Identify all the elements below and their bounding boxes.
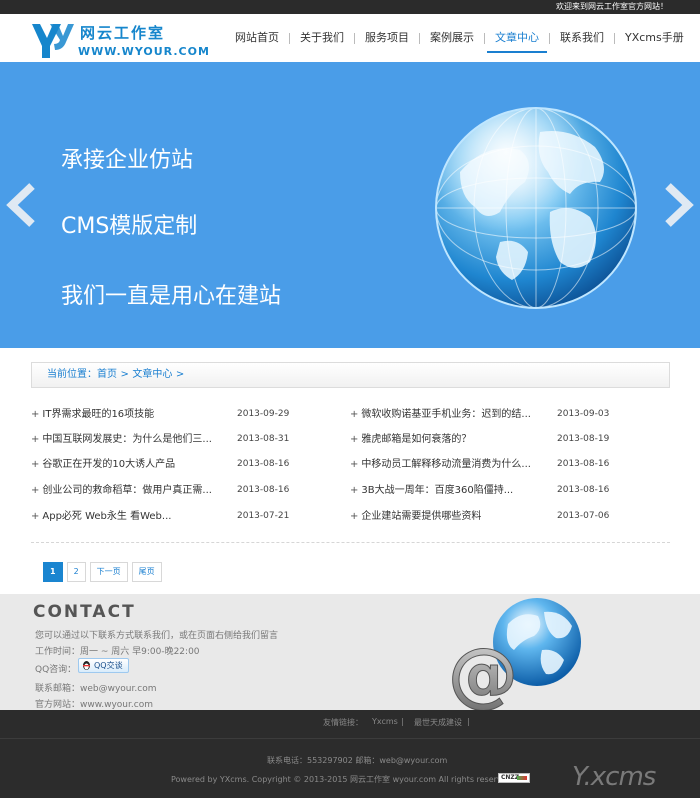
bullet-plus: + xyxy=(350,459,359,470)
breadcrumb-separator: > xyxy=(120,369,129,380)
list-item[interactable]: + 创业公司的救命稻草：做用户真正需... 2013-08-16 xyxy=(31,478,331,503)
article-title[interactable]: IT界需求最旺的16项技能 xyxy=(42,402,154,427)
nav-item-contact[interactable]: 联系我们 xyxy=(550,26,614,50)
article-date: 2013-08-16 xyxy=(237,459,290,469)
nav-item-services[interactable]: 服务项目 xyxy=(355,26,419,50)
friend-link[interactable]: 最世天成建设 xyxy=(414,717,462,728)
list-item[interactable]: + 中移动员工解释移动流量消费为什么... 2013-08-16 xyxy=(350,452,670,477)
article-date: 2013-08-16 xyxy=(557,459,610,469)
at-sign-globe-icon: @ xyxy=(448,598,581,710)
nav-item-manual[interactable]: YXcms手册 xyxy=(615,26,694,50)
friend-links-label: 友情链接： xyxy=(323,718,363,727)
qq-chat-button[interactable]: QQ交谈 xyxy=(78,658,129,673)
nav-item-about[interactable]: 关于我们 xyxy=(290,26,354,50)
bullet-plus: + xyxy=(350,409,359,420)
contact-intro: 您可以通过以下联系方式联系我们，或在页面右侧给我们留言 xyxy=(35,631,279,641)
chevron-left-icon[interactable] xyxy=(2,180,42,230)
bullet-plus: + xyxy=(31,459,40,470)
article-date: 2013-08-19 xyxy=(557,434,610,444)
contact-website: 官方网站：www.wyour.com xyxy=(35,700,153,710)
chevron-right-icon[interactable] xyxy=(658,180,698,230)
globe-icon xyxy=(435,107,637,309)
welcome-text: 欢迎来到网云工作室官方网站！ xyxy=(556,2,668,11)
page-2-button[interactable]: 2 xyxy=(66,562,86,582)
qq-penguin-icon xyxy=(83,661,90,670)
pagination: 1 2 下一页 尾页 xyxy=(43,562,162,582)
footer-contact-line: 联系电话：553297902 邮箱：web@wyour.com xyxy=(267,756,448,765)
top-bar: 欢迎来到网云工作室官方网站！ xyxy=(0,0,700,14)
last-page-button[interactable]: 尾页 xyxy=(131,562,162,582)
next-page-button[interactable]: 下一页 xyxy=(89,562,128,582)
header: 网云工作室 WWW.WYOUR.COM 网站首页 关于我们 服务项目 案例展示 … xyxy=(0,14,700,62)
article-title[interactable]: 中国互联网发展史：为什么是他们三... xyxy=(42,427,212,452)
article-date: 2013-08-16 xyxy=(557,485,610,495)
svg-text:@: @ xyxy=(448,633,518,710)
bullet-plus: + xyxy=(31,434,40,445)
contact-heading: CONTACT xyxy=(33,602,136,622)
list-item[interactable]: +3B大战一周年：百度360陷僵持... 2013-08-16 xyxy=(350,478,670,503)
bullet-plus: + xyxy=(350,485,359,496)
article-date: 2013-08-31 xyxy=(237,434,290,444)
list-item[interactable]: + 中国互联网发展史：为什么是他们三... 2013-08-31 xyxy=(31,427,331,452)
nav-item-cases[interactable]: 案例展示 xyxy=(420,26,484,50)
article-date: 2013-09-29 xyxy=(237,409,290,419)
article-date: 2013-08-16 xyxy=(237,485,290,495)
logo-mark-icon xyxy=(32,24,74,58)
list-item[interactable]: + 雅虎邮箱是如何衰落的？ 2013-08-19 xyxy=(350,427,670,452)
link-separator: | xyxy=(467,717,470,726)
stats-badge[interactable]: CNZZ xyxy=(498,773,530,783)
article-date: 2013-07-21 xyxy=(237,511,290,521)
list-item[interactable]: + 企业建站需要提供哪些资料 2013-07-06 xyxy=(350,504,670,529)
article-title[interactable]: 企业建站需要提供哪些资料 xyxy=(361,504,481,529)
article-date: 2013-07-06 xyxy=(557,511,610,521)
banner-line-2: CMS模版定制 xyxy=(61,214,198,239)
list-divider xyxy=(31,542,670,543)
footer-copyright: Powered by YXcms. Copyright © 2013-2015 … xyxy=(171,775,515,784)
breadcrumb-home-link[interactable]: 首页 xyxy=(97,369,117,380)
logo-domain: WWW.WYOUR.COM xyxy=(78,45,210,58)
article-title[interactable]: 雅虎邮箱是如何衰落的？ xyxy=(361,427,471,452)
banner-line-1: 承接企业仿站 xyxy=(61,148,194,173)
qq-chat-label: QQ交谈 xyxy=(94,661,123,670)
contact-section: CONTACT 您可以通过以下联系方式联系我们，或在页面右侧给我们留言 工作时间… xyxy=(0,594,700,710)
article-title[interactable]: 微软收购诺基亚手机业务：迟到的结... xyxy=(361,402,531,427)
article-title[interactable]: 3B大战一周年：百度360陷僵持... xyxy=(361,478,513,503)
breadcrumb-separator: > xyxy=(175,369,185,380)
contact-hours: 工作时间：周一 ~ 周六 早9:00-晚22:00 xyxy=(35,647,200,657)
bullet-plus: + xyxy=(350,434,359,445)
bullet-plus: + xyxy=(31,485,40,496)
article-list: + IT界需求最旺的16项技能 2013-09-29 + 中国互联网发展史：为什么是… xyxy=(31,402,670,532)
nav-item-home[interactable]: 网站首页 xyxy=(225,26,289,50)
brand-watermark: Y.xcms xyxy=(572,762,656,792)
bullet-plus: + xyxy=(31,409,40,420)
main-nav: 网站首页 关于我们 服务项目 案例展示 文章中心 联系我们 YXcms手册 xyxy=(225,26,694,53)
list-item[interactable]: + 谷歌正在开发的10大诱人产品 2013-08-16 xyxy=(31,452,331,477)
contact-qq-label: QQ咨询： xyxy=(35,665,77,675)
bullet-plus: + xyxy=(31,511,40,522)
friend-links: 友情链接： Yxcms | 最世天成建设 | xyxy=(0,710,700,734)
breadcrumb-current[interactable]: 文章中心 xyxy=(132,369,172,380)
article-date: 2013-09-03 xyxy=(557,409,610,419)
friend-link[interactable]: Yxcms xyxy=(372,717,398,726)
contact-email: 联系邮箱：web@wyour.com xyxy=(35,684,157,694)
hero-banner: 承接企业仿站 CMS模版定制 我们一直是用心在建站 xyxy=(0,62,700,348)
article-title[interactable]: 谷歌正在开发的10大诱人产品 xyxy=(42,452,175,477)
footer: 友情链接： Yxcms | 最世天成建设 | 联系电话：553297902 邮箱… xyxy=(0,710,700,798)
article-title[interactable]: 中移动员工解释移动流量消费为什么... xyxy=(361,452,531,477)
bullet-plus: + xyxy=(350,511,359,522)
list-item[interactable]: + 微软收购诺基亚手机业务：迟到的结... 2013-09-03 xyxy=(350,402,670,427)
article-title[interactable]: App必死 Web永生 看Web... xyxy=(42,504,171,529)
breadcrumb-lead: 当前位置： xyxy=(47,369,97,380)
footer-divider xyxy=(0,738,700,739)
link-separator: | xyxy=(401,717,404,726)
banner-line-3: 我们一直是用心在建站 xyxy=(61,284,282,309)
list-item[interactable]: + App必死 Web永生 看Web... 2013-07-21 xyxy=(31,504,331,529)
article-title[interactable]: 创业公司的救命稻草：做用户真正需... xyxy=(42,478,212,503)
list-item[interactable]: + IT界需求最旺的16项技能 2013-09-29 xyxy=(31,402,331,427)
breadcrumb: 当前位置：首页 > 文章中心 > xyxy=(31,362,670,388)
logo-chinese-name: 网云工作室 xyxy=(80,24,166,42)
nav-item-articles[interactable]: 文章中心 xyxy=(485,26,549,53)
site-logo[interactable]: 网云工作室 WWW.WYOUR.COM xyxy=(30,20,209,60)
page-1-button[interactable]: 1 xyxy=(43,562,63,582)
